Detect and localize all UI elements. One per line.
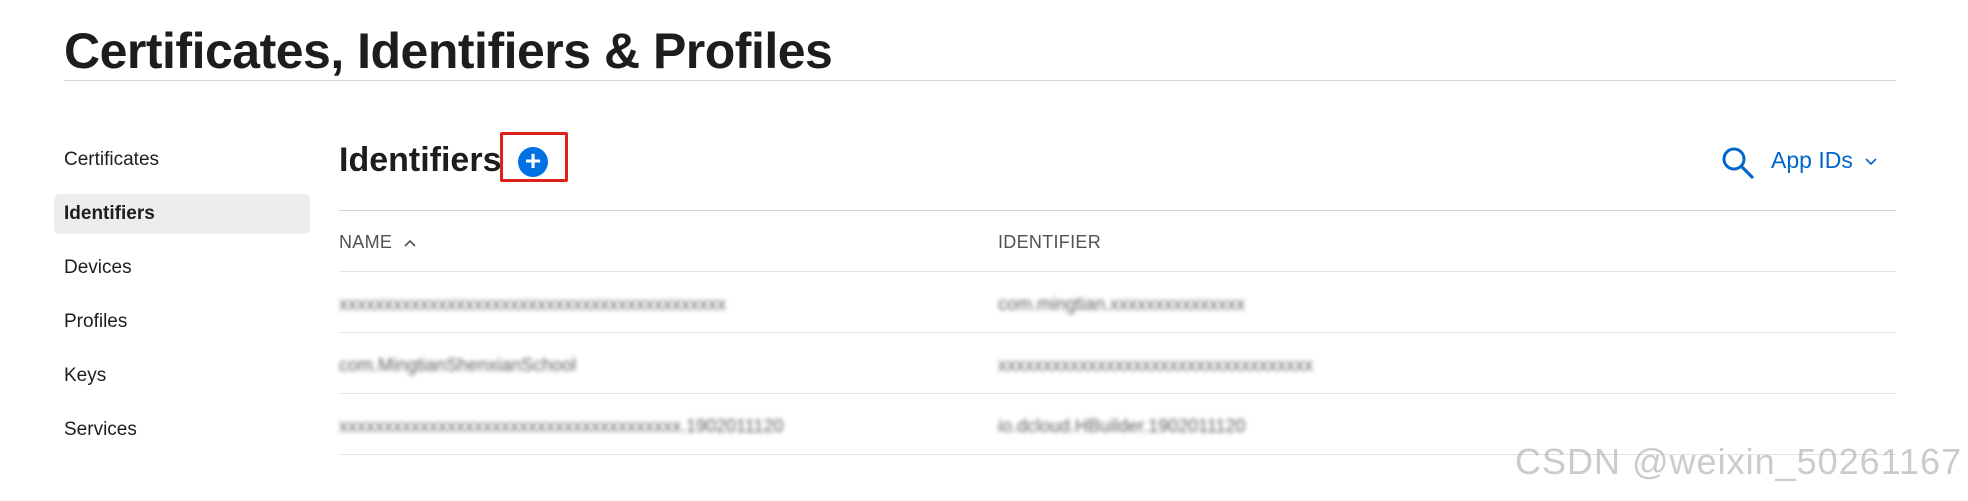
title-divider xyxy=(64,80,1896,81)
filter-label: App IDs xyxy=(1771,147,1853,173)
annotation-highlight-box xyxy=(500,132,568,182)
sidebar: Certificates Identifiers Devices Profile… xyxy=(54,140,310,464)
table-top-divider xyxy=(339,210,1896,211)
sidebar-item-identifiers[interactable]: Identifiers xyxy=(54,194,310,234)
row-identifier: xxxxxxxxxxxxxxxxxxxxxxxxxxxxxxxxxxx xyxy=(998,355,1313,375)
watermark: CSDN @weixin_50261167 xyxy=(1515,441,1963,482)
header-divider xyxy=(339,271,1896,272)
row-divider xyxy=(339,393,1896,394)
sidebar-item-devices[interactable]: Devices xyxy=(54,248,310,288)
section-title: Identifiers xyxy=(339,141,502,179)
column-header-name[interactable]: NAME xyxy=(339,230,416,254)
chevron-down-icon xyxy=(1865,158,1877,166)
search-icon[interactable] xyxy=(1720,145,1756,181)
sort-ascending-icon xyxy=(403,240,416,247)
sidebar-item-keys[interactable]: Keys xyxy=(54,356,310,396)
column-header-name-label: NAME xyxy=(339,232,393,252)
row-identifier: com.mingtian.xxxxxxxxxxxxxxx xyxy=(998,294,1246,314)
row-name: xxxxxxxxxxxxxxxxxxxxxxxxxxxxxxxxxxxxxxxx… xyxy=(339,294,726,314)
sidebar-item-certificates[interactable]: Certificates xyxy=(54,140,310,180)
app-ids-filter-dropdown[interactable]: App IDs xyxy=(1771,145,1877,175)
page-title: Certificates, Identifiers & Profiles xyxy=(64,23,833,79)
row-name: xxxxxxxxxxxxxxxxxxxxxxxxxxxxxxxxxxxxxx.1… xyxy=(339,416,784,436)
column-header-identifier[interactable]: IDENTIFIER xyxy=(998,230,1101,254)
row-identifier: io.dcloud.HBuilder.1902011120 xyxy=(998,416,1246,436)
sidebar-item-profiles[interactable]: Profiles xyxy=(54,302,310,342)
row-name: com.MingtianShenxianSchool xyxy=(339,355,577,375)
sidebar-item-services[interactable]: Services xyxy=(54,410,310,450)
row-divider xyxy=(339,332,1896,333)
